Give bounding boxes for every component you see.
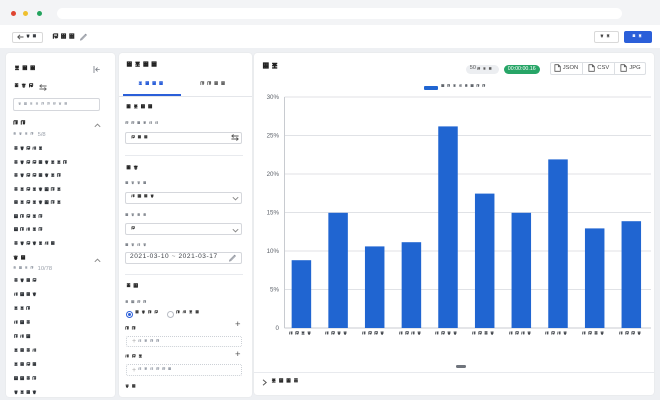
svg-text:5%: 5% bbox=[270, 287, 279, 294]
svg-text:10%: 10% bbox=[266, 248, 279, 255]
svg-text:25%: 25% bbox=[266, 133, 279, 140]
svg-text:20%: 20% bbox=[266, 171, 279, 178]
svg-text:0: 0 bbox=[275, 325, 279, 332]
svg-text:30%: 30% bbox=[266, 94, 279, 101]
svg-text:15%: 15% bbox=[266, 210, 279, 217]
